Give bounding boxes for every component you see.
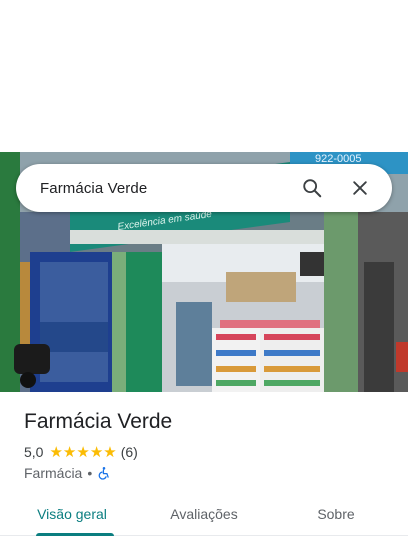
tab-overview[interactable]: Visão geral xyxy=(0,492,144,536)
close-button[interactable] xyxy=(342,170,378,206)
place-tabs: Visão geral Avaliações Sobre xyxy=(0,492,408,536)
place-category: Farmácia xyxy=(24,465,83,481)
search-input[interactable]: Farmácia Verde xyxy=(40,180,294,197)
rating-value: 5,0 xyxy=(24,444,44,460)
search-icon xyxy=(303,179,322,198)
search-bar[interactable]: Farmácia Verde xyxy=(16,164,392,212)
star-rating: ★ ★ ★ ★ ★ xyxy=(49,445,116,460)
place-title: Farmácia Verde xyxy=(24,410,173,433)
star-icon: ★ xyxy=(76,443,90,461)
tab-reviews[interactable]: Avaliações xyxy=(144,492,264,535)
category-row: Farmácia • xyxy=(24,465,111,481)
star-icon: ★ xyxy=(62,443,77,461)
wheelchair-icon xyxy=(98,467,109,480)
separator-dot: • xyxy=(87,465,93,481)
star-icon: ★ xyxy=(49,443,63,461)
tab-about[interactable]: Sobre xyxy=(264,492,408,535)
star-icon: ★ xyxy=(89,443,104,461)
reviews-count[interactable]: (6) xyxy=(121,444,138,460)
place-sheet: 922-0005 Excelência em saúde Farmácia Ve… xyxy=(0,0,408,544)
star-icon: ★ xyxy=(103,443,117,461)
search-button[interactable] xyxy=(294,170,330,206)
close-icon xyxy=(353,181,367,195)
rating-row[interactable]: 5,0 ★ ★ ★ ★ ★ (6) xyxy=(24,444,138,460)
